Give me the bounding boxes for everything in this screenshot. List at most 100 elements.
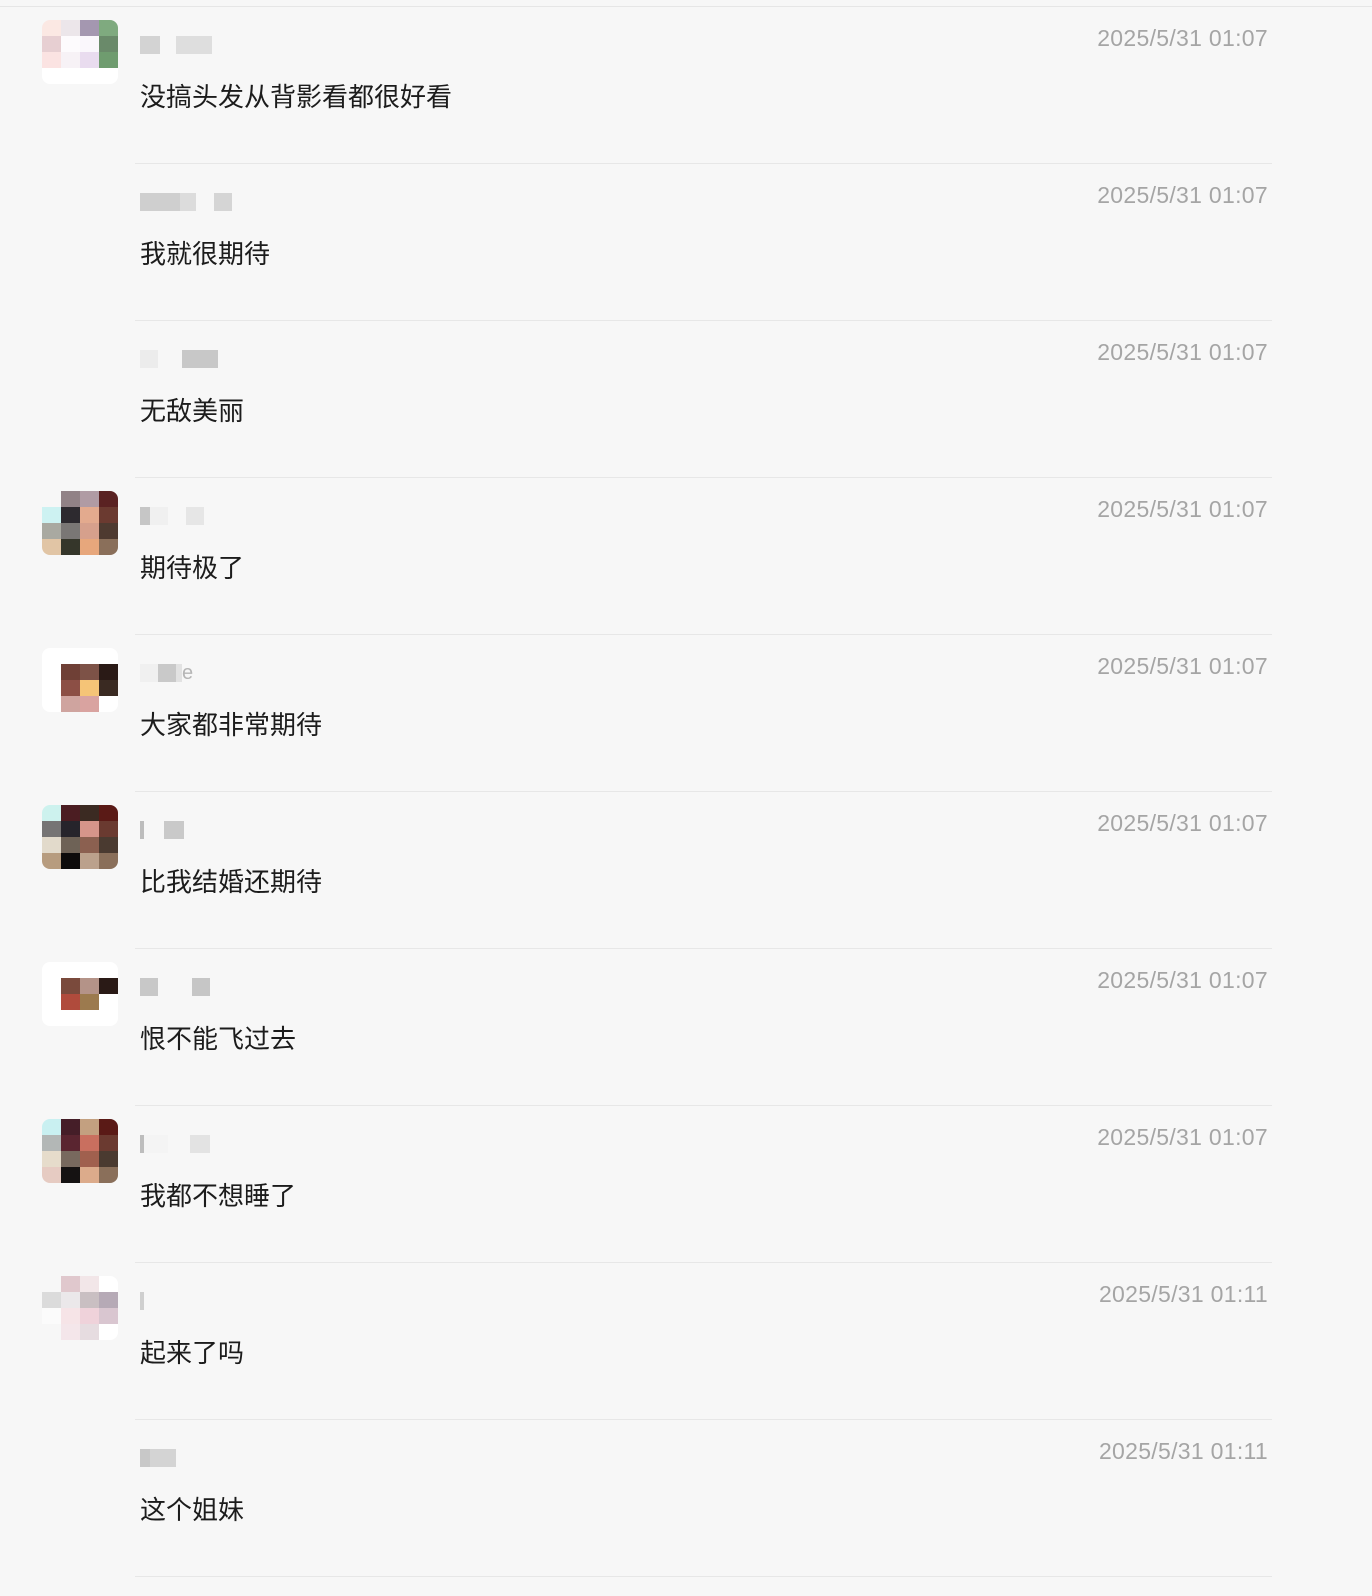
avatar-pixel bbox=[99, 962, 118, 978]
top-border bbox=[0, 0, 1372, 7]
timestamp: 2025/5/31 01:07 bbox=[1097, 653, 1268, 679]
username-redaction bbox=[168, 1135, 190, 1153]
comment-item[interactable]: 2025/5/31 01:07 无敌美丽 bbox=[0, 321, 1372, 478]
avatar-pixel bbox=[80, 853, 99, 869]
avatar-pixel bbox=[42, 696, 61, 712]
avatar[interactable] bbox=[42, 805, 118, 869]
avatar-pixel bbox=[61, 1119, 80, 1135]
avatar-pixel bbox=[99, 491, 118, 507]
divider bbox=[135, 1576, 1272, 1577]
avatar-pixel bbox=[42, 1292, 61, 1308]
avatar-pixel bbox=[80, 36, 99, 52]
avatar-pixel bbox=[99, 837, 118, 853]
avatar[interactable] bbox=[42, 491, 118, 555]
avatar-pixel bbox=[99, 696, 118, 712]
comment-item[interactable]: 2025/5/31 01:07 期待极了 bbox=[0, 478, 1372, 635]
comment-text: 没搞头发从背影看都很好看 bbox=[140, 83, 453, 113]
avatar-pixel bbox=[42, 20, 61, 36]
username-redaction bbox=[168, 507, 186, 525]
username[interactable] bbox=[140, 1290, 144, 1312]
avatar-pixel bbox=[80, 1167, 99, 1183]
username[interactable] bbox=[140, 34, 212, 56]
username[interactable] bbox=[140, 348, 218, 370]
comment-item[interactable]: 2025/5/31 01:11 这个姐妹 bbox=[0, 1420, 1372, 1577]
comment-text: 起来了吗 bbox=[140, 1339, 245, 1369]
avatar-pixel bbox=[42, 648, 61, 664]
timestamp: 2025/5/31 01:07 bbox=[1097, 339, 1268, 365]
avatar[interactable] bbox=[42, 962, 118, 1026]
avatar-pixel bbox=[80, 1135, 99, 1151]
avatar-pixel bbox=[61, 507, 80, 523]
avatar-pixel bbox=[80, 507, 99, 523]
avatar-pixel bbox=[99, 664, 118, 680]
avatar[interactable] bbox=[42, 20, 118, 84]
avatar-pixel bbox=[61, 36, 80, 52]
avatar-pixel bbox=[42, 1167, 61, 1183]
avatar-pixel bbox=[42, 1151, 61, 1167]
avatar[interactable] bbox=[42, 648, 118, 712]
avatar-pixel bbox=[80, 1324, 99, 1340]
comment-item[interactable]: 2025/5/31 01:07 比我结婚还期待 bbox=[0, 792, 1372, 949]
username-redaction bbox=[190, 1135, 210, 1153]
avatar-pixel bbox=[42, 680, 61, 696]
username-redaction bbox=[140, 507, 150, 525]
avatar-pixel bbox=[42, 664, 61, 680]
avatar[interactable] bbox=[42, 1119, 118, 1183]
avatar-pixel bbox=[42, 805, 61, 821]
avatar-pixel bbox=[61, 1010, 80, 1026]
username-redaction bbox=[186, 507, 204, 525]
avatar-pixel bbox=[80, 1151, 99, 1167]
username-visible-text: e bbox=[182, 661, 194, 684]
avatar-pixel bbox=[42, 1308, 61, 1324]
avatar-pixel bbox=[42, 539, 61, 555]
username[interactable] bbox=[140, 976, 210, 998]
avatar-pixel bbox=[61, 805, 80, 821]
username-redaction bbox=[140, 978, 158, 996]
avatar-pixel bbox=[99, 1135, 118, 1151]
avatar-pixel bbox=[61, 962, 80, 978]
avatar-pixel bbox=[61, 853, 80, 869]
avatar-pixel bbox=[99, 1119, 118, 1135]
comment-text: 大家都非常期待 bbox=[140, 711, 323, 741]
avatar-pixel bbox=[80, 52, 99, 68]
comment-item[interactable]: e 2025/5/31 01:07 大家都非常期待 bbox=[0, 635, 1372, 792]
username-redaction bbox=[214, 193, 232, 211]
avatar-pixel bbox=[61, 52, 80, 68]
username[interactable] bbox=[140, 505, 204, 527]
username[interactable] bbox=[140, 1133, 210, 1155]
avatar-pixel bbox=[42, 36, 61, 52]
avatar-pixel bbox=[61, 1276, 80, 1292]
username[interactable] bbox=[140, 191, 232, 213]
avatar-pixel bbox=[99, 648, 118, 664]
avatar-pixel bbox=[61, 1324, 80, 1340]
username[interactable]: e bbox=[140, 662, 193, 684]
avatar-pixel bbox=[99, 20, 118, 36]
comment-item[interactable]: 2025/5/31 01:07 我就很期待 bbox=[0, 164, 1372, 321]
comment-item[interactable]: 2025/5/31 01:11 起来了吗 bbox=[0, 1263, 1372, 1420]
avatar[interactable] bbox=[42, 1276, 118, 1340]
username-redaction bbox=[158, 978, 192, 996]
avatar-pixel bbox=[99, 978, 118, 994]
avatar-pixel bbox=[42, 837, 61, 853]
username-redaction bbox=[140, 350, 158, 368]
avatar-pixel bbox=[42, 1119, 61, 1135]
avatar-pixel bbox=[42, 853, 61, 869]
avatar-pixel bbox=[99, 539, 118, 555]
username-redaction bbox=[164, 821, 184, 839]
comment-item[interactable]: 2025/5/31 01:07 恨不能飞过去 bbox=[0, 949, 1372, 1106]
username[interactable] bbox=[140, 1447, 176, 1469]
avatar-pixel bbox=[61, 523, 80, 539]
username[interactable] bbox=[140, 819, 184, 841]
avatar-pixel bbox=[80, 837, 99, 853]
comment-text: 我就很期待 bbox=[140, 240, 271, 270]
comment-item[interactable]: 2025/5/31 01:07 没搞头发从背影看都很好看 bbox=[0, 7, 1372, 164]
username-redaction bbox=[180, 193, 196, 211]
comment-item[interactable]: 2025/5/31 01:07 我都不想睡了 bbox=[0, 1106, 1372, 1263]
avatar-pixel bbox=[42, 523, 61, 539]
avatar-pixel bbox=[80, 696, 99, 712]
username-redaction bbox=[158, 350, 182, 368]
username-redaction bbox=[144, 1135, 168, 1153]
avatar-pixel bbox=[80, 821, 99, 837]
username-redaction bbox=[182, 350, 218, 368]
avatar-pixel bbox=[80, 68, 99, 84]
